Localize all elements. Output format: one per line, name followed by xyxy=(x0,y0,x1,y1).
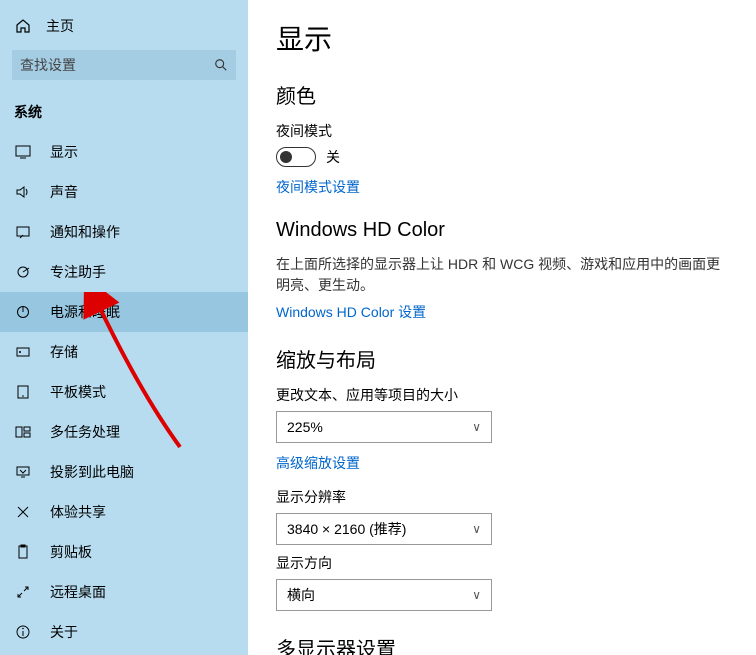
sidebar-item-project[interactable]: 投影到此电脑 xyxy=(0,452,248,492)
about-icon xyxy=(14,623,32,641)
search-input[interactable] xyxy=(12,50,236,80)
sidebar-item-label: 远程桌面 xyxy=(50,582,106,602)
sidebar-item-label: 显示 xyxy=(50,142,78,162)
sidebar-item-label: 声音 xyxy=(50,182,78,202)
text-size-select[interactable]: 225% ∨ xyxy=(276,411,492,443)
sidebar-item-shared[interactable]: 体验共享 xyxy=(0,492,248,532)
sidebar-item-display[interactable]: 显示 xyxy=(0,132,248,172)
search-container xyxy=(12,50,236,80)
sidebar-item-focus[interactable]: 专注助手 xyxy=(0,252,248,292)
resolution-select[interactable]: 3840 × 2160 (推荐) ∨ xyxy=(276,513,492,545)
scale-heading: 缩放与布局 xyxy=(276,344,732,373)
sidebar-section-title: 系统 xyxy=(0,94,248,132)
text-size-value: 225% xyxy=(287,419,323,435)
main-content: 显示 颜色 夜间模式 关 夜间模式设置 Windows HD Color 在上面… xyxy=(248,0,756,655)
sidebar-item-label: 关于 xyxy=(50,622,78,642)
sidebar-item-label: 剪贴板 xyxy=(50,542,92,562)
toggle-knob xyxy=(280,151,292,163)
advanced-scale-link[interactable]: 高级缩放设置 xyxy=(276,453,360,473)
sidebar-item-label: 通知和操作 xyxy=(50,222,120,242)
sidebar-item-clipboard[interactable]: 剪贴板 xyxy=(0,532,248,572)
notifications-icon xyxy=(14,223,32,241)
sound-icon xyxy=(14,183,32,201)
settings-sidebar: 主页 系统 显示 声音 通知和操作 专注助手 电源和睡眠 存储 平板模式 多任务… xyxy=(0,0,248,655)
display-icon xyxy=(14,143,32,161)
focus-icon xyxy=(14,263,32,281)
text-size-label: 更改文本、应用等项目的大小 xyxy=(276,385,732,405)
hd-color-link[interactable]: Windows HD Color 设置 xyxy=(276,302,426,322)
orientation-label: 显示方向 xyxy=(276,553,732,573)
color-heading: 颜色 xyxy=(276,80,732,109)
night-mode-toggle[interactable] xyxy=(276,147,316,167)
search-icon xyxy=(214,58,228,72)
clipboard-icon xyxy=(14,543,32,561)
sidebar-item-about[interactable]: 关于 xyxy=(0,612,248,652)
home-icon xyxy=(14,17,32,35)
sidebar-item-tablet[interactable]: 平板模式 xyxy=(0,372,248,412)
home-nav[interactable]: 主页 xyxy=(0,8,248,44)
power-icon xyxy=(14,303,32,321)
sidebar-item-label: 存储 xyxy=(50,342,78,362)
multi-display-heading: 多显示器设置 xyxy=(276,633,732,655)
orientation-select[interactable]: 横向 ∨ xyxy=(276,579,492,611)
hd-color-heading: Windows HD Color xyxy=(276,219,732,242)
sidebar-item-multitask[interactable]: 多任务处理 xyxy=(0,412,248,452)
sidebar-item-remote[interactable]: 远程桌面 xyxy=(0,572,248,612)
chevron-down-icon: ∨ xyxy=(472,588,481,602)
tablet-icon xyxy=(14,383,32,401)
night-mode-label: 夜间模式 xyxy=(276,121,732,141)
sidebar-item-label: 多任务处理 xyxy=(50,422,120,442)
sidebar-item-label: 专注助手 xyxy=(50,262,106,282)
page-title: 显示 xyxy=(276,18,732,58)
multitask-icon xyxy=(14,423,32,441)
toggle-state-label: 关 xyxy=(326,147,340,167)
sidebar-item-notifications[interactable]: 通知和操作 xyxy=(0,212,248,252)
hd-color-desc: 在上面所选择的显示器上让 HDR 和 WCG 视频、游戏和应用中的画面更明亮、更… xyxy=(276,254,732,296)
chevron-down-icon: ∨ xyxy=(472,420,481,434)
project-icon xyxy=(14,463,32,481)
sidebar-item-label: 投影到此电脑 xyxy=(50,462,134,482)
storage-icon xyxy=(14,343,32,361)
chevron-down-icon: ∨ xyxy=(472,522,481,536)
sidebar-item-sound[interactable]: 声音 xyxy=(0,172,248,212)
sidebar-item-storage[interactable]: 存储 xyxy=(0,332,248,372)
home-label: 主页 xyxy=(46,16,74,36)
resolution-label: 显示分辨率 xyxy=(276,487,732,507)
sidebar-item-label: 体验共享 xyxy=(50,502,106,522)
resolution-value: 3840 × 2160 (推荐) xyxy=(287,519,406,539)
sidebar-item-label: 平板模式 xyxy=(50,382,106,402)
remote-icon xyxy=(14,583,32,601)
sidebar-item-label: 电源和睡眠 xyxy=(50,302,120,322)
orientation-value: 横向 xyxy=(287,585,315,605)
shared-icon xyxy=(14,503,32,521)
sidebar-item-power[interactable]: 电源和睡眠 xyxy=(0,292,248,332)
night-mode-settings-link[interactable]: 夜间模式设置 xyxy=(276,177,360,197)
